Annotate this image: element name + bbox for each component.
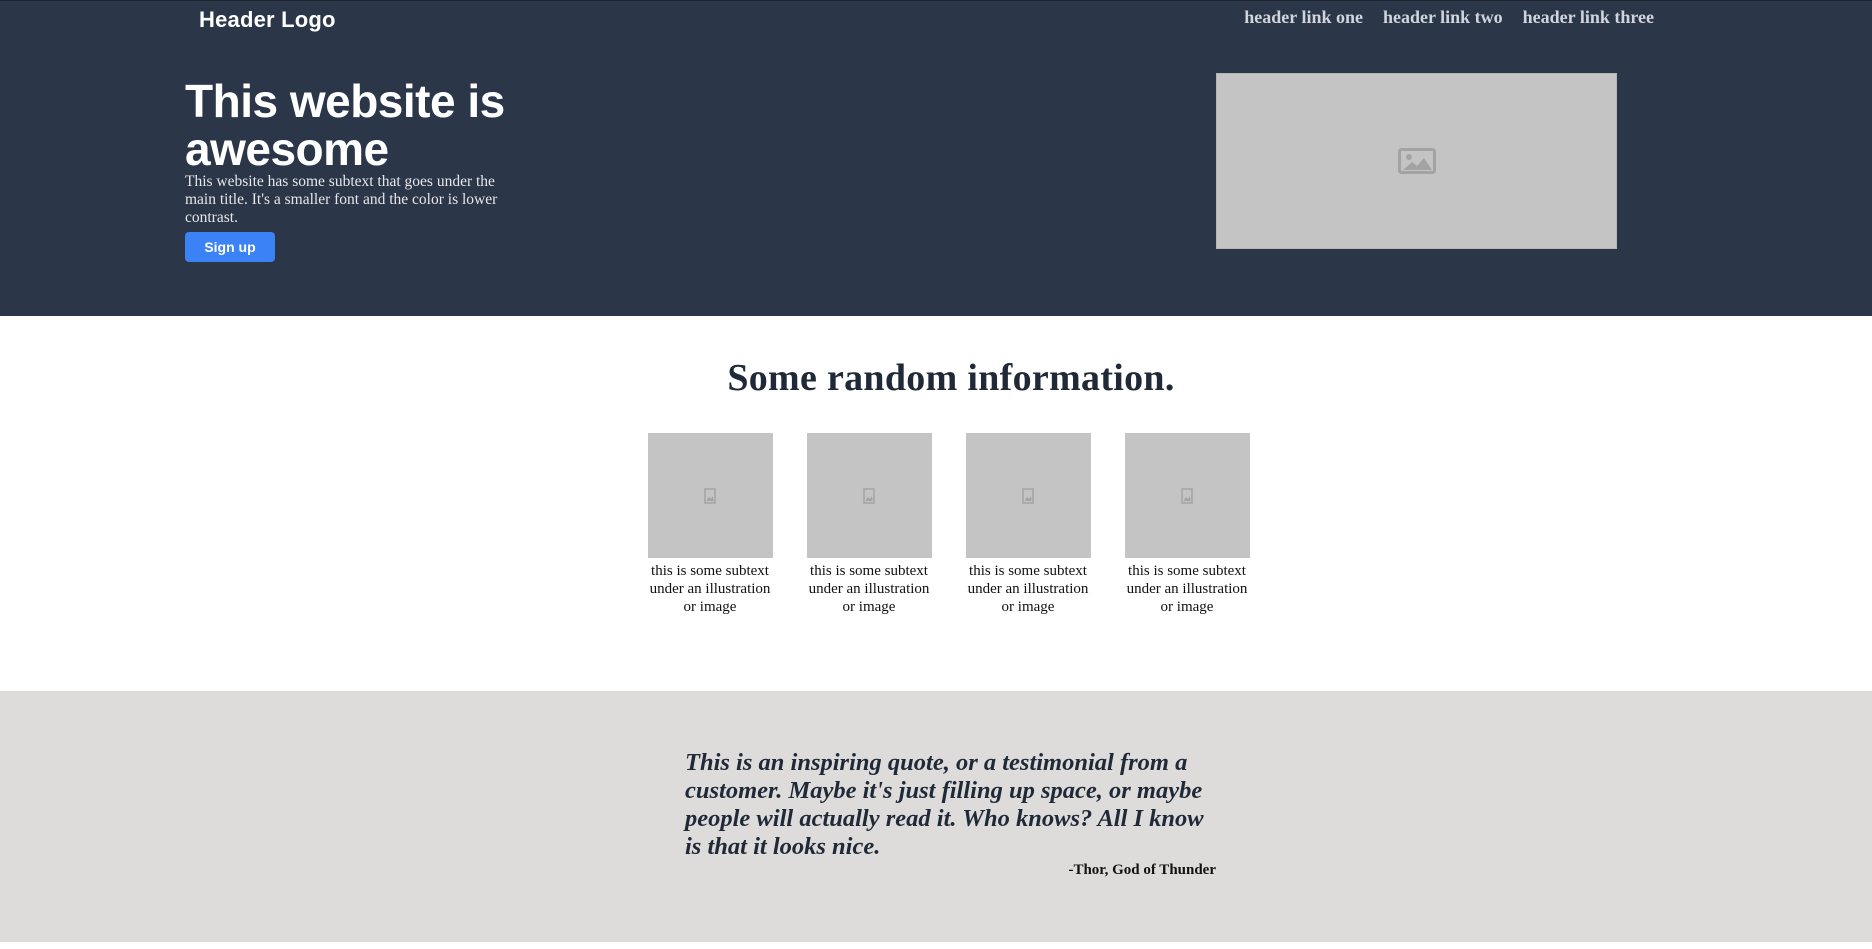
signup-button[interactable]: Sign up: [185, 232, 275, 262]
info-cards: this is some subtext under an illustrati…: [646, 433, 1251, 616]
card-image: [1124, 433, 1250, 558]
card-caption: this is some subtext under an illustrati…: [1126, 563, 1248, 615]
card-image: [647, 433, 773, 558]
hero-image: [1216, 73, 1617, 249]
hero-subtext: This website has some subtext that goes …: [185, 173, 498, 226]
info-card: this is some subtext under an illustrati…: [805, 433, 933, 616]
card-image: [965, 433, 1091, 558]
header-logo[interactable]: Header Logo: [199, 7, 336, 33]
header-link-three[interactable]: header link three: [1523, 7, 1654, 28]
image-placeholder-icon: [863, 487, 875, 504]
header-link-two[interactable]: header link two: [1383, 7, 1503, 28]
info-card: this is some subtext under an illustrati…: [646, 433, 774, 616]
info-title: Some random information.: [727, 357, 1175, 399]
quote-author: -Thor, God of Thunder: [1068, 862, 1216, 878]
card-caption: this is some subtext under an illustrati…: [967, 563, 1089, 615]
header-link-one[interactable]: header link one: [1244, 7, 1363, 28]
testimonial-quote: This is an inspiring quote, or a testimo…: [685, 749, 1204, 860]
card-image: [806, 433, 932, 558]
hero-section: Header Logo header link one header link …: [0, 0, 1872, 316]
hero-title: This website is awesome: [185, 75, 505, 175]
card-caption: this is some subtext under an illustrati…: [808, 563, 930, 615]
image-placeholder-icon: [1022, 487, 1034, 504]
image-placeholder-icon: [1181, 487, 1193, 504]
image-placeholder-icon: [704, 487, 716, 504]
info-card: this is some subtext under an illustrati…: [1123, 433, 1251, 616]
image-placeholder-icon: [1397, 148, 1436, 174]
card-caption: this is some subtext under an illustrati…: [649, 563, 771, 615]
info-card: this is some subtext under an illustrati…: [964, 433, 1092, 616]
header-nav: header link one header link two header l…: [1244, 7, 1654, 28]
quote-section: This is an inspiring quote, or a testimo…: [0, 691, 1872, 942]
